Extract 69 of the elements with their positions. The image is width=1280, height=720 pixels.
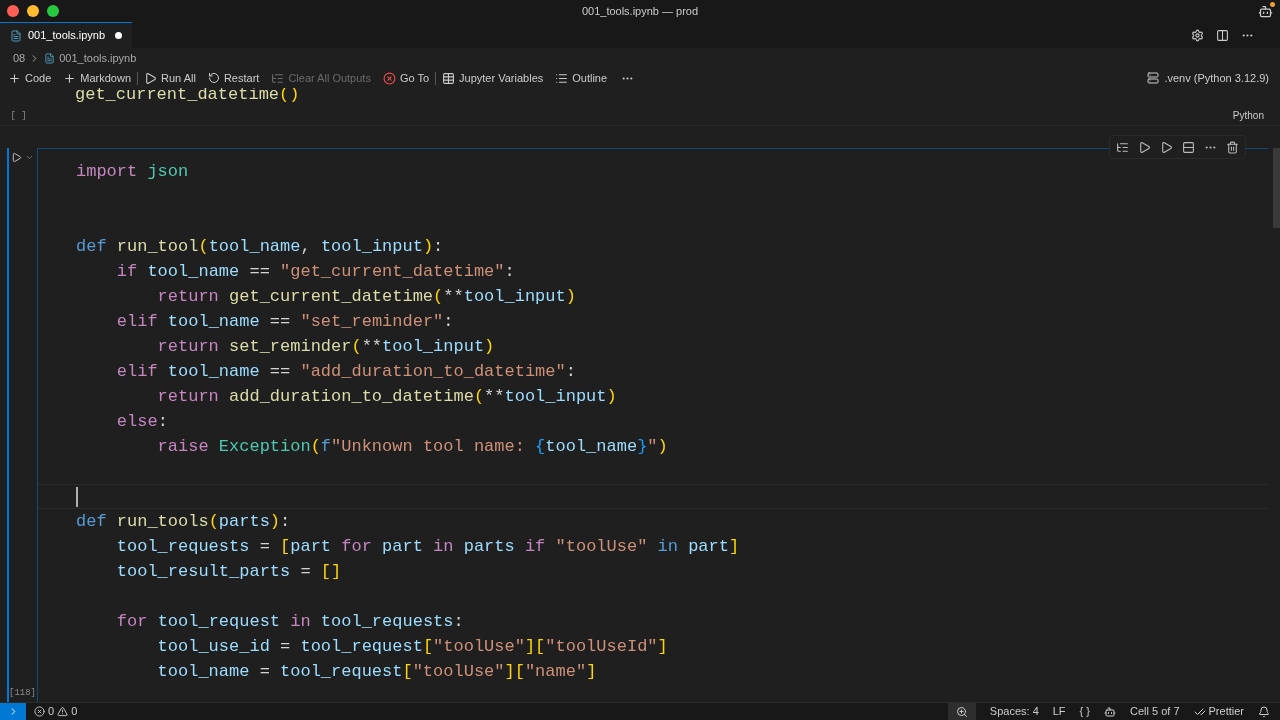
kernel-icon (1147, 72, 1160, 84)
settings-icon[interactable] (1191, 28, 1204, 42)
editor-tab[interactable]: 001_tools.ipynb (0, 22, 133, 48)
kernel-picker[interactable]: .venv (Python 3.12.9) (1147, 69, 1269, 87)
code-line: return get_current_datetime(**tool_input) (156, 286, 576, 308)
text-cursor (76, 486, 78, 507)
clear-list-icon (271, 71, 285, 85)
execution-count: [ ] (10, 109, 27, 123)
problems-button[interactable]: 0 0 (26, 703, 86, 720)
copilot-icon[interactable] (1104, 705, 1116, 718)
code-line: tool_requests = [part for part in parts if "toolUse" in part] (115, 536, 740, 558)
execute-above-icon[interactable] (1116, 140, 1129, 154)
notifications-icon[interactable] (1258, 705, 1270, 718)
code-line: def run_tool(tool_name, tool_input): (76, 236, 444, 258)
code-line: import json (76, 161, 189, 183)
code-line: for tool_request in tool_requests: (115, 611, 464, 633)
toolbar-button[interactable]: Run All (144, 69, 196, 87)
scrollbar[interactable] (1273, 148, 1280, 228)
breadcrumb-item[interactable]: 08 (13, 49, 26, 67)
chevron-icon[interactable] (25, 153, 34, 162)
toolbar-button[interactable]: Code (8, 69, 52, 87)
language-status[interactable]: { } (1079, 703, 1090, 720)
code-line: return add_duration_to_datetime(**tool_input) (156, 386, 617, 408)
run-below-icon[interactable] (1160, 140, 1173, 154)
zoom-icon (955, 705, 968, 718)
breadcrumb-item[interactable]: 001_tools.ipynb (59, 49, 137, 67)
minimize-window-button[interactable] (27, 5, 39, 17)
code-line: tool_use_id = tool_request["toolUse"]["toolUseId"] (156, 636, 668, 658)
delete-icon[interactable] (1226, 140, 1239, 154)
toolbar-button[interactable]: Jupyter Variables (442, 69, 544, 87)
code-line: raise Exception(f"Unknown tool name: {tool_name}") (156, 436, 668, 458)
split-editor-icon[interactable] (1216, 28, 1229, 42)
code-line: def run_tools(parts): (76, 511, 291, 533)
toolbar-button[interactable]: Outline (555, 69, 608, 87)
zoom-button[interactable] (947, 703, 976, 720)
variables-icon (442, 71, 456, 85)
code-line: elif tool_name == "set_reminder": (115, 311, 454, 333)
notebook-file-icon (44, 52, 56, 64)
code-line: if tool_name == "get_current_datetime": (115, 261, 515, 283)
eol-status[interactable]: LF (1052, 703, 1066, 720)
toolbar-button[interactable]: Restart (207, 69, 260, 87)
code-line: elif tool_name == "add_duration_to_datetime": (115, 361, 576, 383)
split-cell-icon[interactable] (1182, 140, 1195, 154)
toolbar-button[interactable]: Markdown (63, 69, 132, 87)
zoom-window-button[interactable] (47, 5, 59, 17)
notebook-file-icon (10, 29, 22, 42)
restart-icon (207, 72, 220, 84)
formatter-status[interactable]: Prettier (1193, 703, 1244, 720)
code-line: return set_reminder(**tool_input) (156, 336, 495, 358)
cell-position[interactable]: Cell 5 of 7 (1130, 703, 1180, 720)
cell-language-label[interactable]: Python (1232, 108, 1264, 123)
code-line: else: (115, 411, 168, 433)
code-line: tool_result_parts = [] (115, 561, 342, 583)
close-window-button[interactable] (7, 5, 19, 17)
run-cell-icon[interactable] (11, 152, 22, 163)
execution-count: [118] (9, 686, 37, 700)
toolbar-button[interactable]: Go To (382, 69, 430, 87)
plus-icon (63, 71, 77, 85)
play-icon (144, 71, 158, 85)
outline-icon (555, 71, 569, 85)
plus-icon (8, 71, 21, 85)
run-above-icon[interactable] (1138, 140, 1151, 154)
warning-icon (57, 706, 69, 717)
indentation-status[interactable]: Spaces: 4 (989, 703, 1039, 720)
circle-x-icon (382, 71, 396, 85)
copilot-icon[interactable] (1258, 3, 1273, 19)
window-title: 001_tools.ipynb — prod (581, 3, 699, 19)
code-line: tool_name = tool_request["toolUse"]["name"] (156, 661, 597, 683)
error-icon (34, 706, 45, 717)
